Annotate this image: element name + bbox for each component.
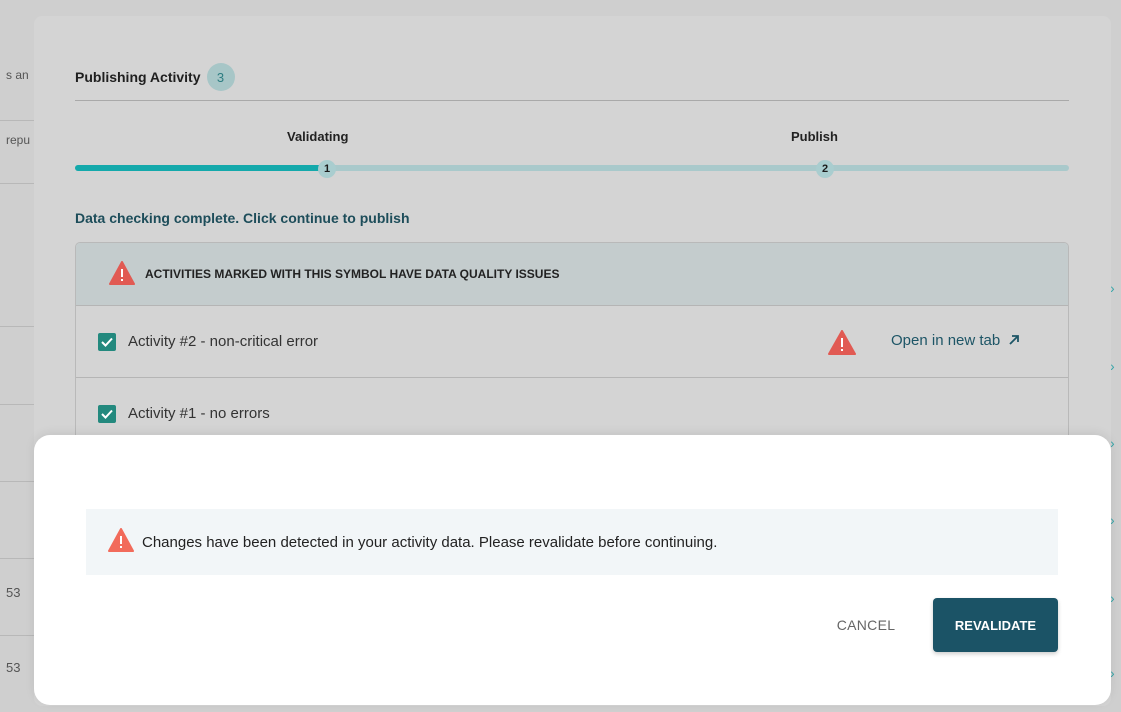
changes-alert: Changes have been detected in your activ… <box>86 509 1058 575</box>
header-divider <box>75 100 1069 101</box>
warning-triangle-icon <box>109 260 135 288</box>
warning-triangle-icon <box>828 330 856 359</box>
background-divider <box>0 635 34 636</box>
background-text-fragment: 53 <box>6 660 21 675</box>
step-marker-1: 1 <box>318 160 336 178</box>
revalidate-button[interactable]: REVALIDATE <box>933 598 1058 652</box>
activity-checkbox[interactable] <box>98 332 116 351</box>
background-divider <box>0 481 34 482</box>
status-message: Data checking complete. Click continue t… <box>75 210 410 226</box>
background-divider <box>0 558 34 559</box>
checkmark-icon <box>101 337 113 347</box>
background-divider <box>0 183 34 184</box>
step-marker-2: 2 <box>816 160 834 178</box>
warning-triangle-icon <box>108 528 134 556</box>
background-divider <box>0 404 34 405</box>
cancel-button[interactable]: CANCEL <box>822 598 910 652</box>
step-label-publish: Publish <box>791 129 838 144</box>
activity-label: Activity #2 - non-critical error <box>128 333 319 350</box>
progress-fill <box>75 165 324 171</box>
issues-legend-text: ACTIVITIES MARKED WITH THIS SYMBOL HAVE … <box>145 267 560 281</box>
activity-label: Activity #1 - no errors <box>128 405 270 422</box>
open-in-new-tab-label: Open in new tab <box>891 332 1001 349</box>
modal-header: Publishing Activity 3 <box>75 63 235 91</box>
background-text-fragment: repu <box>6 133 31 147</box>
background-divider <box>0 120 34 121</box>
arrow-up-right-icon <box>1009 335 1020 345</box>
open-in-new-tab-link[interactable]: Open in new tab <box>891 332 1020 349</box>
modal-title: Publishing Activity <box>75 69 201 85</box>
alert-message: Changes have been detected in your activ… <box>142 533 718 551</box>
checkmark-icon <box>101 409 113 419</box>
background-divider <box>0 326 34 327</box>
background-text-fragment: 53 <box>6 585 21 600</box>
list-item: Activity #2 - non-critical error Open in… <box>76 306 1068 378</box>
issues-legend: ACTIVITIES MARKED WITH THIS SYMBOL HAVE … <box>76 243 1068 306</box>
step-label-validating: Validating <box>287 129 349 144</box>
background-text-fragment: s an <box>6 68 29 82</box>
activity-checkbox[interactable] <box>98 404 116 423</box>
revalidate-dialog: Changes have been detected in your activ… <box>34 435 1111 705</box>
activity-count-badge: 3 <box>206 63 235 91</box>
